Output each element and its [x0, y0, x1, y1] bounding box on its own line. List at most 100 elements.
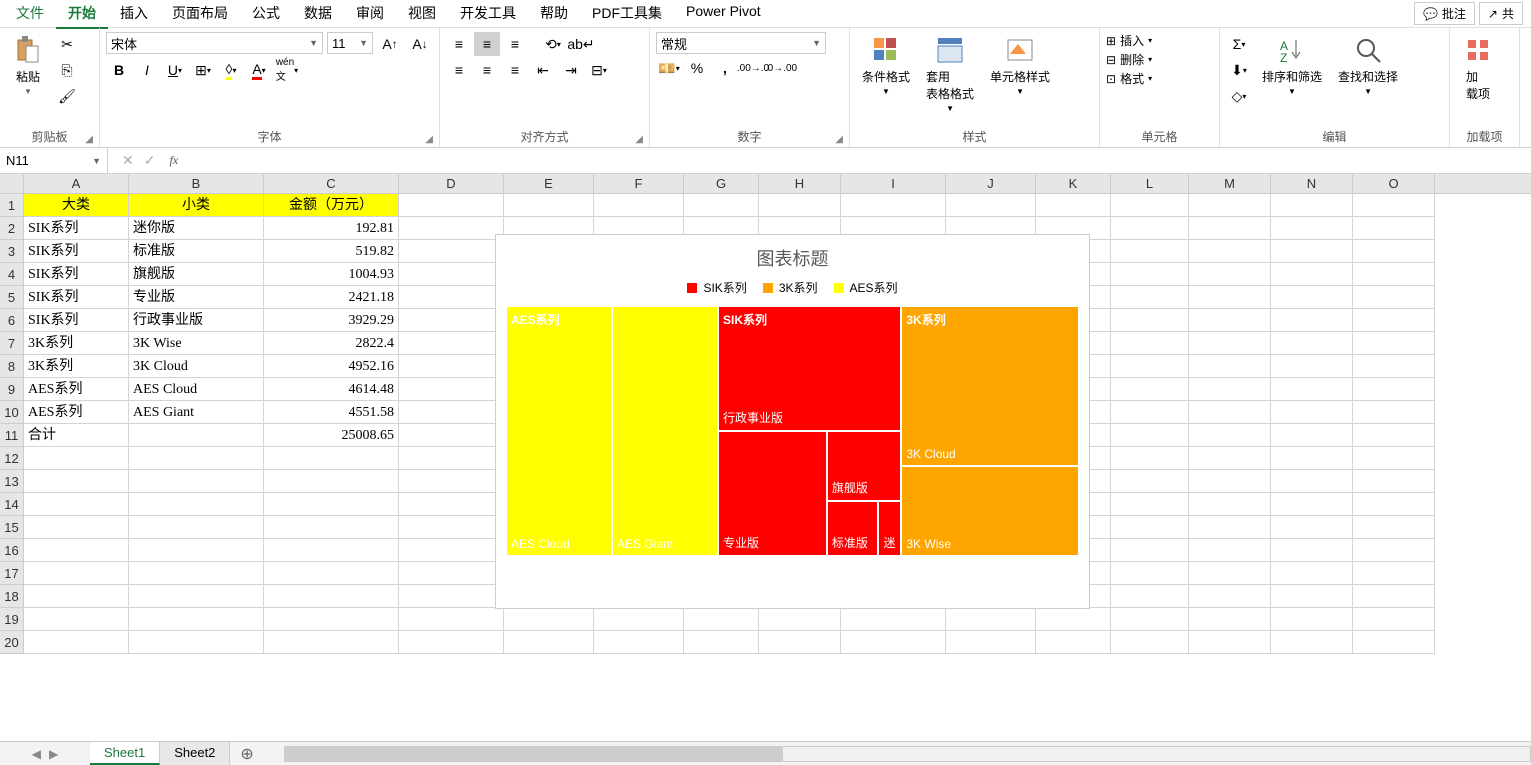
- font-name-combo[interactable]: 宋体▼: [106, 32, 323, 54]
- cell[interactable]: [129, 516, 264, 539]
- cell[interactable]: [1353, 585, 1435, 608]
- cell[interactable]: [1189, 286, 1271, 309]
- cell[interactable]: [1111, 631, 1189, 654]
- cell[interactable]: 4952.16: [264, 355, 399, 378]
- horizontal-scrollbar[interactable]: [284, 746, 1531, 762]
- menu-tab-1[interactable]: 开始: [56, 0, 108, 29]
- cell[interactable]: [504, 194, 594, 217]
- fill-button[interactable]: ⬇▾: [1226, 58, 1252, 82]
- decrease-decimal-button[interactable]: .0→.00: [768, 56, 794, 80]
- cell[interactable]: 192.81: [264, 217, 399, 240]
- cell[interactable]: [1353, 516, 1435, 539]
- cell[interactable]: [1271, 217, 1353, 240]
- clipboard-dialog-launcher[interactable]: ◢: [85, 134, 93, 145]
- cell[interactable]: [129, 631, 264, 654]
- cell[interactable]: [129, 539, 264, 562]
- cell[interactable]: [946, 608, 1036, 631]
- cell[interactable]: [946, 194, 1036, 217]
- cell[interactable]: [399, 562, 504, 585]
- cell[interactable]: AES Cloud: [129, 378, 264, 401]
- column-header[interactable]: D: [399, 174, 504, 193]
- row-header[interactable]: 17: [0, 562, 24, 585]
- cell[interactable]: [759, 608, 841, 631]
- cell[interactable]: [1189, 585, 1271, 608]
- cell[interactable]: [264, 516, 399, 539]
- increase-font-button[interactable]: A↑: [377, 32, 403, 56]
- cell[interactable]: [1271, 332, 1353, 355]
- comma-button[interactable]: ,: [712, 56, 738, 80]
- row-header[interactable]: 2: [0, 217, 24, 240]
- underline-button[interactable]: U▾: [162, 58, 188, 82]
- conditional-format-button[interactable]: 条件格式▼: [856, 32, 916, 98]
- number-format-combo[interactable]: 常规▼: [656, 32, 826, 54]
- cell[interactable]: [1111, 378, 1189, 401]
- cell[interactable]: AES系列: [24, 401, 129, 424]
- cancel-formula-icon[interactable]: ✕: [122, 152, 134, 169]
- decrease-font-button[interactable]: A↓: [407, 32, 433, 56]
- menu-tab-7[interactable]: 视图: [396, 0, 448, 29]
- percent-button[interactable]: %: [684, 56, 710, 80]
- cell[interactable]: 旗舰版: [129, 263, 264, 286]
- cell[interactable]: [1189, 424, 1271, 447]
- cell[interactable]: [264, 470, 399, 493]
- cell[interactable]: [1271, 401, 1353, 424]
- column-header[interactable]: O: [1353, 174, 1435, 193]
- cell[interactable]: [1189, 332, 1271, 355]
- cell[interactable]: 25008.65: [264, 424, 399, 447]
- cell[interactable]: [504, 631, 594, 654]
- cell[interactable]: [264, 631, 399, 654]
- cell[interactable]: [1189, 447, 1271, 470]
- embedded-chart[interactable]: 图表标题 SIK系列3K系列AES系列 AES系列AES CloudAES Gi…: [495, 234, 1090, 609]
- cell[interactable]: [1353, 401, 1435, 424]
- cell[interactable]: [399, 240, 504, 263]
- italic-button[interactable]: I: [134, 58, 160, 82]
- cell[interactable]: [1189, 309, 1271, 332]
- cell[interactable]: [1353, 470, 1435, 493]
- cell[interactable]: SIK系列: [24, 309, 129, 332]
- cell[interactable]: [399, 493, 504, 516]
- cell[interactable]: [1271, 470, 1353, 493]
- cell[interactable]: [1271, 424, 1353, 447]
- cell[interactable]: [841, 631, 946, 654]
- cell[interactable]: [1271, 355, 1353, 378]
- cell[interactable]: [1111, 585, 1189, 608]
- cell[interactable]: 金额（万元）: [264, 194, 399, 217]
- cell[interactable]: [1353, 217, 1435, 240]
- menu-tab-11[interactable]: Power Pivot: [674, 0, 773, 29]
- cell[interactable]: [129, 562, 264, 585]
- cell[interactable]: AES Giant: [129, 401, 264, 424]
- row-header[interactable]: 18: [0, 585, 24, 608]
- cell[interactable]: [24, 539, 129, 562]
- cell[interactable]: SIK系列: [24, 263, 129, 286]
- align-middle-button[interactable]: ≡: [474, 32, 500, 56]
- cell[interactable]: [129, 493, 264, 516]
- cell[interactable]: [841, 608, 946, 631]
- column-header[interactable]: K: [1036, 174, 1111, 193]
- cell[interactable]: [1189, 562, 1271, 585]
- format-cells-button[interactable]: ⊡格式▾: [1106, 70, 1152, 87]
- cell[interactable]: [504, 608, 594, 631]
- cell[interactable]: [1271, 562, 1353, 585]
- cell[interactable]: [594, 194, 684, 217]
- font-size-combo[interactable]: 11▼: [327, 32, 373, 54]
- cell[interactable]: [594, 608, 684, 631]
- cell[interactable]: 3K系列: [24, 355, 129, 378]
- cell[interactable]: [1189, 194, 1271, 217]
- font-dialog-launcher[interactable]: ◢: [425, 134, 433, 145]
- cell[interactable]: [1271, 286, 1353, 309]
- cell[interactable]: 3K系列: [24, 332, 129, 355]
- column-header[interactable]: N: [1271, 174, 1353, 193]
- sheet-nav-next-icon[interactable]: ▶: [49, 747, 58, 761]
- cell[interactable]: 迷你版: [129, 217, 264, 240]
- cell[interactable]: [1353, 562, 1435, 585]
- fx-icon[interactable]: fx: [169, 153, 184, 168]
- cell[interactable]: [399, 378, 504, 401]
- cell[interactable]: [399, 217, 504, 240]
- sheet-tab[interactable]: Sheet1: [90, 742, 160, 765]
- cell[interactable]: [24, 562, 129, 585]
- sheet-tab[interactable]: Sheet2: [160, 742, 230, 765]
- cell[interactable]: [1111, 424, 1189, 447]
- cell[interactable]: [1271, 447, 1353, 470]
- cell[interactable]: 行政事业版: [129, 309, 264, 332]
- autosum-button[interactable]: Σ▾: [1226, 32, 1252, 56]
